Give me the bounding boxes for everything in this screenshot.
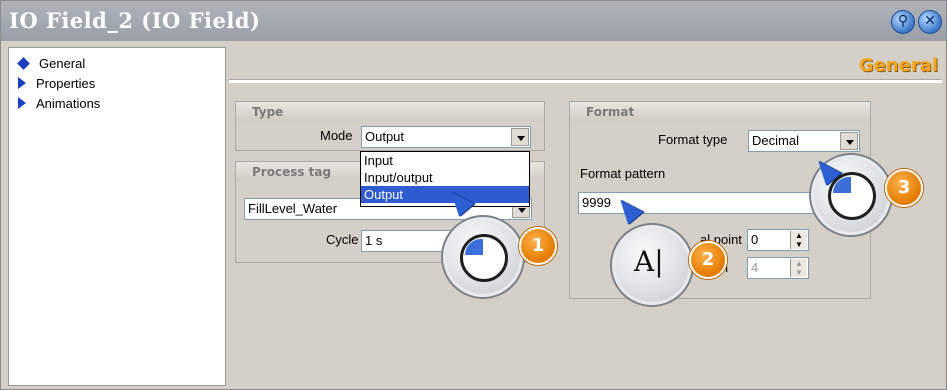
format-type-value: Decimal [752, 133, 799, 148]
pin-icon[interactable]: ⚲ [891, 10, 915, 34]
chevron-down-icon[interactable] [511, 128, 529, 146]
window-title: IO Field_2 (IO Field) [9, 8, 261, 33]
chevron-down-icon[interactable] [840, 132, 858, 150]
dropdown-option-input-output[interactable]: Input/output [361, 169, 529, 186]
step-badge-1: 1 [519, 227, 557, 265]
decimal-point-stepper[interactable]: 0 ▲ ▼ [747, 229, 809, 251]
format-group-title: Format [586, 105, 635, 119]
format-pattern-label: Format pattern [580, 166, 666, 181]
spin-arrows-icon[interactable]: ▲ ▼ [790, 259, 807, 277]
page-title: General [858, 55, 938, 76]
cycle-value: 1 s [365, 233, 383, 248]
close-icon[interactable]: ✕ [918, 10, 942, 34]
format-type-label: Format type [658, 132, 728, 147]
mode-select[interactable]: Output [361, 126, 531, 148]
mouse-icon [460, 234, 508, 282]
nav-item-label: Properties [36, 75, 96, 91]
dropdown-option-input[interactable]: Input [361, 152, 529, 169]
format-type-select[interactable]: Decimal [748, 130, 860, 152]
mouse-click-callout-1 [441, 215, 525, 299]
mode-label: Mode [320, 128, 353, 143]
format-pattern-value: 9999 [582, 195, 611, 210]
io-field-properties-window: IO Field_2 (IO Field) ⚲ ✕ General Proper… [0, 0, 947, 390]
decimal-point-value: 0 [751, 232, 759, 247]
process-tag-value: FillLevel_Water [248, 201, 338, 216]
nav-item-animations[interactable]: Animations [18, 94, 100, 112]
process-tag-group-title: Process tag [252, 165, 332, 179]
title-bar: IO Field_2 (IO Field) ⚲ ✕ [1, 1, 946, 41]
nav-item-properties[interactable]: Properties [18, 74, 95, 92]
field-length-value: 4 [751, 260, 759, 275]
nav-item-label: General [39, 55, 86, 71]
step-badge-3: 3 [885, 169, 923, 207]
type-group-title: Type [252, 105, 284, 119]
arrow-icon [18, 97, 26, 109]
type-group: Type Mode Output [235, 101, 545, 151]
text-cursor-icon: A| [634, 245, 664, 278]
nav-tree: General Properties Animations [8, 47, 226, 386]
spin-arrows-icon[interactable]: ▲ ▼ [790, 231, 807, 249]
nav-item-label: Animations [36, 95, 101, 111]
header-divider [229, 79, 942, 83]
field-length-stepper[interactable]: 4 ▲ ▼ [747, 257, 809, 279]
step-badge-2: 2 [689, 241, 727, 279]
diamond-icon [17, 56, 30, 70]
mouse-icon [828, 172, 876, 220]
arrow-icon [18, 77, 26, 89]
nav-item-general[interactable]: General [17, 54, 86, 72]
mode-value: Output [365, 129, 405, 144]
cycle-label: Cycle [326, 232, 359, 247]
text-input-callout-2: A| [610, 223, 694, 307]
